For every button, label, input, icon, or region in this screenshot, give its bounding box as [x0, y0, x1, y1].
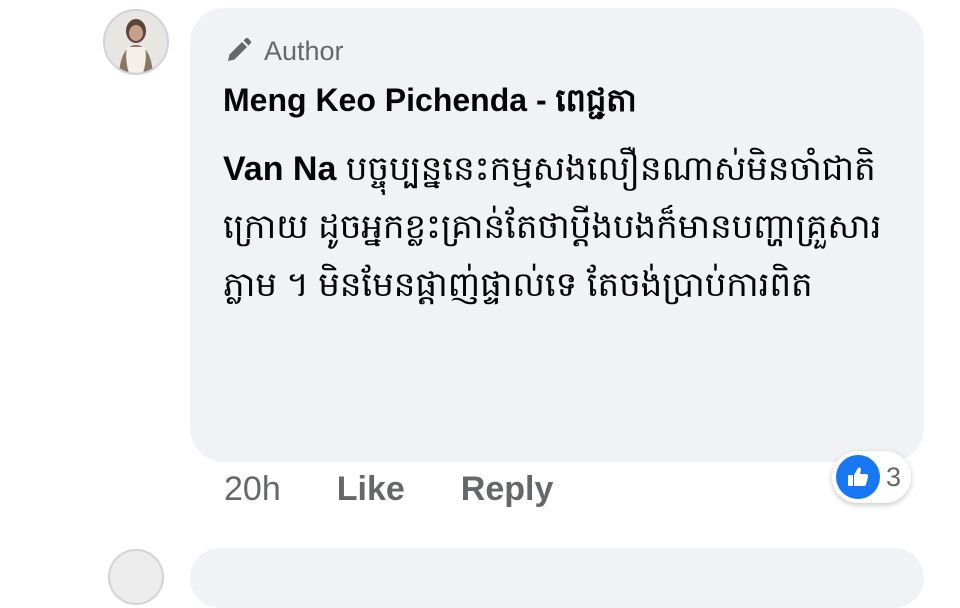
avatar[interactable] — [103, 9, 169, 75]
comment-text: Van Na បច្ចុប្បន្ននេះកម្មសងលឿនណាស់មិនចាំ… — [223, 140, 903, 314]
next-comment-avatar[interactable] — [108, 549, 164, 605]
reply-button[interactable]: Reply — [461, 470, 554, 509]
like-button[interactable]: Like — [337, 470, 405, 509]
reaction-summary[interactable]: 3 — [832, 451, 912, 503]
comment-actions: 20h Like Reply — [224, 470, 553, 509]
timestamp[interactable]: 20h — [224, 470, 281, 509]
pencil-icon — [224, 37, 252, 65]
reaction-count: 3 — [886, 461, 902, 492]
comment-author-name[interactable]: Meng Keo Pichenda - ពេជ្ជតា — [223, 80, 637, 127]
comment-bubble: Author Meng Keo Pichenda - ពេជ្ជតា Van N… — [190, 8, 924, 462]
next-comment-bubble — [190, 548, 924, 608]
author-badge-label: Author — [264, 35, 344, 66]
like-thumb-icon — [836, 455, 880, 499]
author-badge: Author — [224, 34, 344, 68]
tagged-user[interactable]: Van Na — [223, 150, 336, 188]
